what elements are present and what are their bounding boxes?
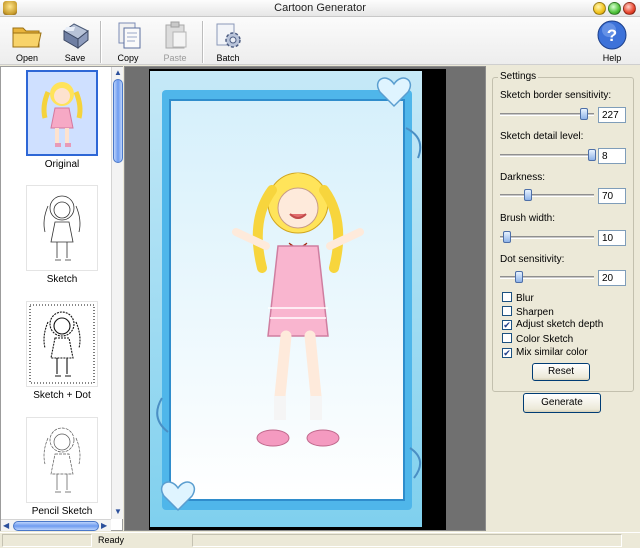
paste-clipboard-icon <box>165 21 187 49</box>
status-cell <box>2 534 92 547</box>
scroll-down-arrow-icon[interactable]: ▼ <box>114 507 122 517</box>
brush-width-input[interactable]: 10 <box>598 230 626 246</box>
darkness-slider[interactable] <box>500 188 594 202</box>
slider-track <box>500 236 594 239</box>
status-progress <box>192 534 622 547</box>
thumbnail-pencil-sketch[interactable]: Pencil Sketch <box>19 417 105 517</box>
checkbox-label: Blur <box>516 293 534 304</box>
preview-artwork <box>150 71 422 527</box>
sketch-border-sensitivity-slider[interactable] <box>500 107 594 121</box>
slider-knob[interactable] <box>514 271 523 283</box>
paste-label: Paste <box>163 53 187 63</box>
toolbar: Open Save Copy Paste Batch ? Help <box>0 17 640 65</box>
checkbox-box[interactable]: ✔ <box>502 348 512 358</box>
mix-similar-color-checkbox[interactable]: ✔ Mix similar color <box>502 347 588 359</box>
thumbnail-image <box>26 70 98 156</box>
status-bar: Ready <box>0 532 640 548</box>
checkbox-box[interactable] <box>502 306 512 316</box>
scroll-up-arrow-icon[interactable]: ▲ <box>114 68 122 78</box>
thumbnail-label: Pencil Sketch <box>31 506 93 517</box>
help-label: Help <box>602 53 622 63</box>
status-text: Ready <box>98 535 125 545</box>
help-icon: ? <box>597 20 627 50</box>
dot-sensitivity-input[interactable]: 20 <box>598 270 626 286</box>
sketch-detail-level-input[interactable]: 8 <box>598 148 626 164</box>
open-button[interactable]: Open <box>5 19 49 65</box>
paste-button[interactable]: Paste <box>153 19 197 65</box>
close-button[interactable] <box>623 2 636 15</box>
color-sketch-checkbox[interactable]: Color Sketch <box>502 333 573 345</box>
dot-sensitivity-slider[interactable] <box>500 270 594 284</box>
save-button[interactable]: Save <box>53 19 97 65</box>
maximize-button[interactable] <box>608 2 621 15</box>
thumbnail-image <box>26 417 98 503</box>
thumbnail-image <box>26 185 98 271</box>
brush-width-slider[interactable] <box>500 230 594 244</box>
thumbnail-sketch[interactable]: Sketch <box>19 185 105 285</box>
toolbar-separator <box>100 21 101 63</box>
adjust-sketch-depth-checkbox[interactable]: ✔ Adjust sketch depth <box>502 319 603 331</box>
sketch-detail-level-slider[interactable] <box>500 148 597 162</box>
slider-track <box>500 194 594 197</box>
scrollbar-thumb[interactable] <box>113 79 123 163</box>
scrollbar-thumb[interactable] <box>13 521 99 531</box>
minimize-button[interactable] <box>593 2 606 15</box>
sketch-border-sensitivity-label: Sketch border sensitivity: <box>500 90 612 101</box>
copy-icon <box>118 22 141 49</box>
sketch-detail-level-label: Sketch detail level: <box>500 131 584 142</box>
checkbox-label: Mix similar color <box>516 347 588 358</box>
slider-knob[interactable] <box>579 108 588 120</box>
folder-icon <box>12 27 42 48</box>
checkbox-box[interactable] <box>502 333 512 343</box>
toolbar-separator <box>202 21 203 63</box>
thumbnail-panel[interactable]: Original Sketch Sketch + Dot Pencil Sket… <box>0 66 123 531</box>
thumbnail-original[interactable]: Original <box>19 70 105 170</box>
dot-sensitivity-label: Dot sensitivity: <box>500 254 565 265</box>
thumbnail-label: Sketch + Dot <box>33 390 91 401</box>
open-label: Open <box>15 53 39 63</box>
sharpen-checkbox[interactable]: Sharpen <box>502 306 554 318</box>
checkbox-box[interactable] <box>502 292 512 302</box>
brush-width-label: Brush width: <box>500 213 556 224</box>
slider-knob[interactable] <box>588 149 597 161</box>
settings-panel: Settings Sketch border sensitivity: 227 … <box>488 66 640 531</box>
darkness-input[interactable]: 70 <box>598 188 626 204</box>
checkbox-label: Adjust sketch depth <box>516 319 604 330</box>
thumbnail-image <box>26 301 98 387</box>
slider-knob[interactable] <box>502 231 511 243</box>
batch-button[interactable]: Batch <box>206 19 250 65</box>
window-title: Cartoon Generator <box>274 2 366 14</box>
title-bar: Cartoon Generator <box>0 0 640 17</box>
darkness-label: Darkness: <box>500 172 546 183</box>
thumbnail-vertical-scrollbar[interactable]: ▲ ▼ <box>111 67 123 519</box>
checkbox-box[interactable]: ✔ <box>502 320 512 330</box>
thumbnail-label: Original <box>44 159 80 170</box>
batch-label: Batch <box>216 53 240 63</box>
scroll-right-arrow-icon[interactable]: ▶ <box>101 521 107 531</box>
help-button[interactable]: ? Help <box>590 19 634 65</box>
thumbnail-horizontal-scrollbar[interactable]: ◀ ▶ <box>1 519 111 531</box>
checkbox-label: Color Sketch <box>516 334 574 345</box>
reset-button[interactable]: Reset <box>532 363 590 381</box>
svg-text:?: ? <box>607 26 617 45</box>
checkbox-label: Sharpen <box>516 307 554 318</box>
slider-knob[interactable] <box>524 189 533 201</box>
sketch-border-sensitivity-input[interactable]: 227 <box>598 107 626 123</box>
save-label: Save <box>64 53 86 63</box>
settings-group-title: Settings <box>498 71 539 82</box>
blur-checkbox[interactable]: Blur <box>502 292 534 304</box>
copy-label: Copy <box>117 53 139 63</box>
thumbnail-label: Sketch <box>46 274 78 285</box>
batch-gear-icon <box>216 23 241 48</box>
scroll-left-arrow-icon[interactable]: ◀ <box>3 521 9 531</box>
slider-track <box>500 154 594 157</box>
thumbnail-sketch-dot[interactable]: Sketch + Dot <box>19 301 105 401</box>
save-disk-icon <box>63 23 89 50</box>
generate-button[interactable]: Generate <box>523 393 601 413</box>
copy-button[interactable]: Copy <box>106 19 150 65</box>
